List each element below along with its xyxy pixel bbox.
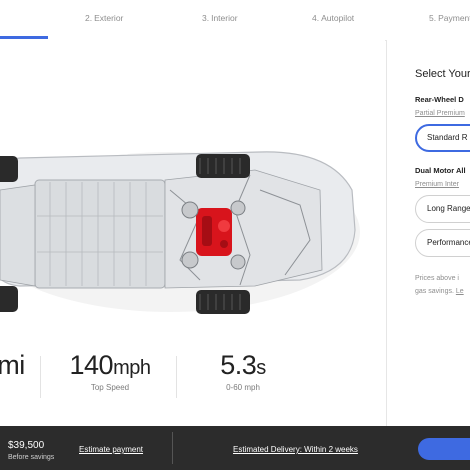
price-note: Prices above i gas savings. Le xyxy=(415,272,464,298)
option-long-range[interactable]: Long Range xyxy=(415,195,470,223)
stat-divider xyxy=(176,356,177,398)
summary-bar: $39,500 Before savings Estimate payment … xyxy=(0,426,470,470)
car-stage xyxy=(0,40,385,340)
continue-button[interactable] xyxy=(418,438,470,460)
stat-divider xyxy=(40,356,41,398)
rwd-sub-link[interactable]: Partial Premium xyxy=(415,110,465,117)
rwd-heading: Rear-Wheel D xyxy=(415,95,464,104)
estimate-payment-link[interactable]: Estimate payment xyxy=(79,445,143,454)
option-standard-range[interactable]: Standard R xyxy=(415,124,470,152)
step-number: 3. xyxy=(202,13,210,23)
step-payment[interactable]: 5. Payment xyxy=(429,13,470,23)
step-number: 2. xyxy=(85,13,93,23)
price-note-line: Prices above i xyxy=(415,275,459,282)
price: $39,500 xyxy=(8,440,45,451)
stat-unit: mph xyxy=(113,357,151,379)
car-chassis-image xyxy=(0,151,360,314)
awd-sub-link[interactable]: Premium Inter xyxy=(415,181,459,188)
stat-unit: s xyxy=(256,357,266,379)
stat-value: 140 xyxy=(69,350,114,380)
rear-motor xyxy=(196,208,232,256)
step-label: Autopilot xyxy=(321,13,355,23)
price-subtext: Before savings xyxy=(8,454,55,461)
panel-title: Select Your xyxy=(415,68,470,80)
step-autopilot[interactable]: 4. Autopilot xyxy=(312,13,354,23)
awd-heading: Dual Motor All xyxy=(415,166,466,175)
stat-range-value: mi xyxy=(0,350,28,381)
step-label: Exterior xyxy=(94,13,124,23)
stat-acceleration: 5.3s 0-60 mph xyxy=(206,350,280,392)
stat-label: Top Speed xyxy=(90,383,130,392)
estimated-delivery-link[interactable]: Estimated Delivery: Within 2 weeks xyxy=(233,445,358,454)
step-exterior[interactable]: 2. Exterior xyxy=(85,13,123,23)
step-navigation: 2. Exterior 3. Interior 4. Autopilot 5. Paym… xyxy=(0,0,470,41)
option-performance[interactable]: Performance xyxy=(415,229,470,257)
step-interior[interactable]: 3. Interior xyxy=(202,13,238,23)
stat-label: 0-60 mph xyxy=(226,383,260,392)
stat-value: mi xyxy=(0,350,25,380)
step-number: 5. xyxy=(429,13,437,23)
stat-value: 5.3 xyxy=(220,350,257,380)
summary-divider xyxy=(172,432,173,464)
step-label: Payment xyxy=(438,13,470,23)
config-panel: Select Your Rear-Wheel D Partial Premium… xyxy=(386,40,470,426)
stat-range: mi xyxy=(0,350,28,381)
price-note-line: gas savings. xyxy=(415,288,456,295)
step-label: Interior xyxy=(211,13,238,23)
stat-top-speed: 140mph Top Speed xyxy=(56,350,164,392)
step-number: 4. xyxy=(312,13,320,23)
active-step-indicator xyxy=(0,36,48,39)
learn-more-link[interactable]: Le xyxy=(456,288,464,295)
